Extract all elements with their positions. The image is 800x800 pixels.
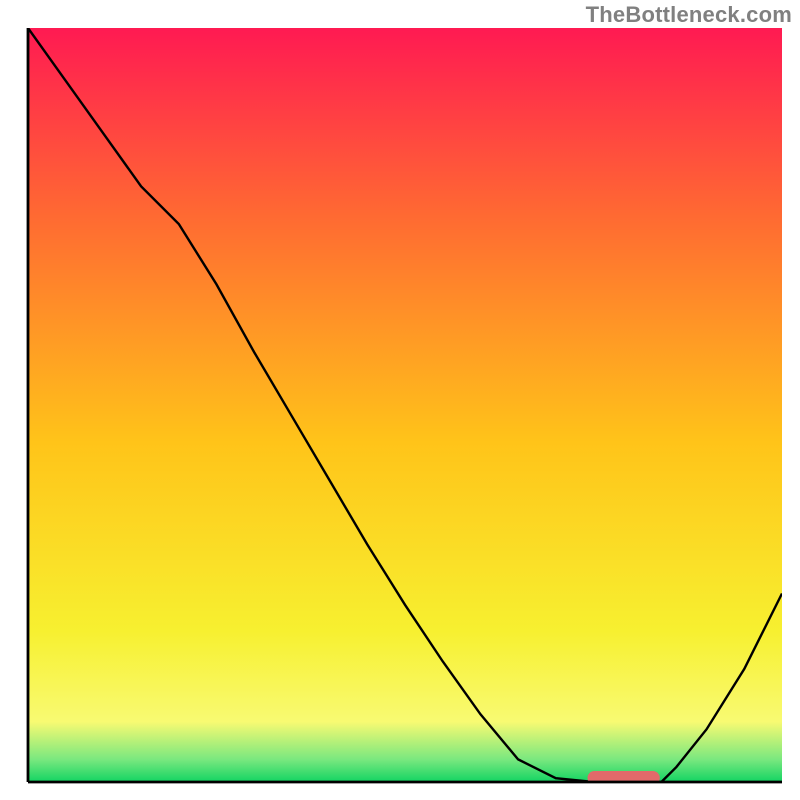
gradient-background — [28, 28, 782, 782]
chart-container: TheBottleneck.com — [0, 0, 800, 800]
watermark-text: TheBottleneck.com — [586, 2, 792, 28]
chart-svg — [0, 0, 800, 800]
